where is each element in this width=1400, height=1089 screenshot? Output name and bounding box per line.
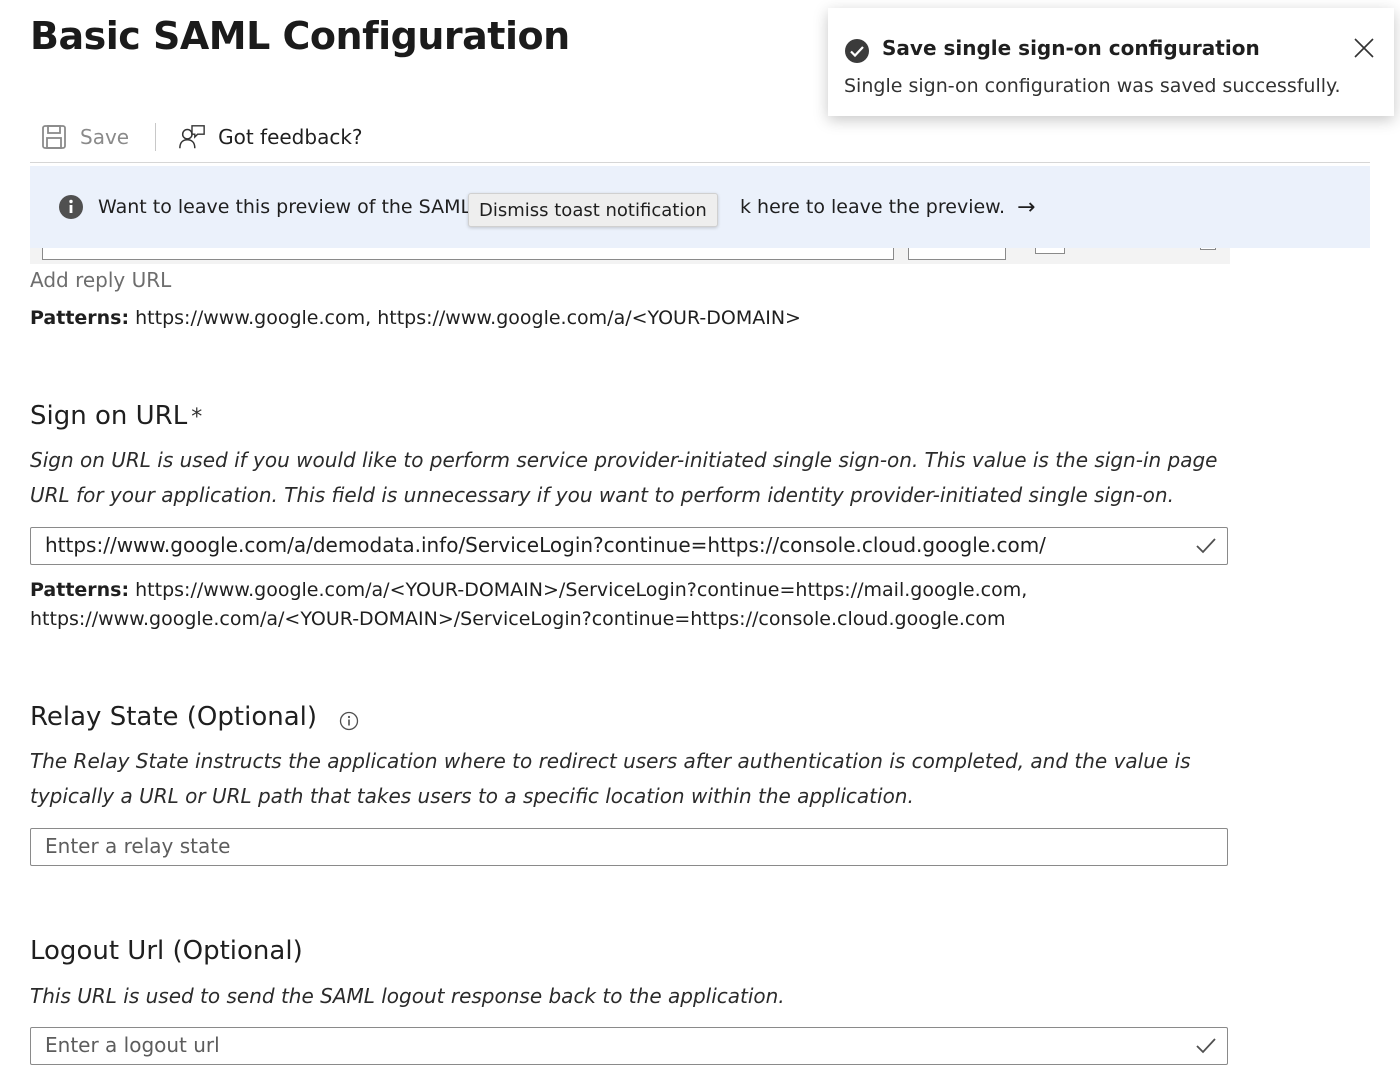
reply-url-patterns: Patterns: https://www.google.com, https:… — [30, 304, 801, 333]
logout-url-label: Logout Url (Optional) — [30, 936, 303, 966]
sign-on-url-label: Sign on URL * — [30, 401, 202, 431]
info-icon — [58, 194, 84, 220]
logout-url-description: This URL is used to send the SAML logout… — [30, 984, 785, 1008]
command-bar: Save Got feedback? — [30, 112, 1370, 163]
checkmark-icon — [1195, 535, 1217, 557]
feedback-button-label: Got feedback? — [218, 125, 363, 149]
sign-on-url-label-text: Sign on URL — [30, 401, 188, 431]
info-icon[interactable] — [339, 708, 359, 730]
toast-notification: Save single sign-on configuration Single… — [828, 8, 1394, 116]
relay-state-description: The Relay State instructs the applicatio… — [30, 749, 1191, 808]
logout-url-input[interactable] — [31, 1028, 1195, 1062]
success-check-icon — [844, 38, 870, 64]
feedback-button[interactable]: Got feedback? — [178, 117, 363, 157]
patterns-label: Patterns: — [30, 307, 130, 329]
save-icon — [40, 123, 68, 151]
banner-leave-preview-link[interactable]: k here to leave the preview. — [740, 196, 1005, 218]
toolbar-divider — [155, 123, 157, 151]
feedback-icon — [178, 123, 206, 151]
sign-on-url-patterns: Patterns: https://www.google.com/a/<YOUR… — [30, 576, 1027, 634]
logout-url-field[interactable] — [30, 1027, 1228, 1065]
toast-title: Save single sign-on configuration — [882, 36, 1260, 60]
close-icon[interactable] — [1352, 36, 1376, 60]
sign-on-url-field[interactable] — [30, 527, 1228, 565]
relay-state-label: Relay State (Optional) — [30, 702, 359, 732]
patterns-label: Patterns: — [30, 579, 130, 601]
relay-state-label-text: Relay State (Optional) — [30, 702, 318, 732]
relay-state-field[interactable] — [30, 828, 1228, 866]
dismiss-tooltip: Dismiss toast notification — [468, 193, 718, 227]
toast-message: Single sign-on configuration was saved s… — [844, 75, 1341, 97]
relay-state-input[interactable] — [31, 829, 1195, 863]
patterns-text: https://www.google.com, https://www.goog… — [135, 307, 801, 329]
arrow-right-icon: → — [1017, 194, 1036, 220]
required-mark: * — [191, 405, 203, 430]
add-reply-url-link[interactable]: Add reply URL — [30, 268, 171, 292]
save-button[interactable]: Save — [30, 117, 129, 157]
sign-on-url-input[interactable] — [31, 528, 1195, 562]
banner-text-start: Want to leave this preview of the SAML C… — [98, 196, 502, 218]
save-button-label: Save — [80, 125, 130, 149]
page-title: Basic SAML Configuration — [30, 14, 570, 58]
sign-on-url-description: Sign on URL is used if you would like to… — [30, 448, 1218, 507]
patterns-line-1: https://www.google.com/a/<YOUR-DOMAIN>/S… — [135, 579, 1028, 601]
checkmark-icon — [1195, 1035, 1217, 1057]
patterns-line-2: https://www.google.com/a/<YOUR-DOMAIN>/S… — [30, 608, 1006, 630]
